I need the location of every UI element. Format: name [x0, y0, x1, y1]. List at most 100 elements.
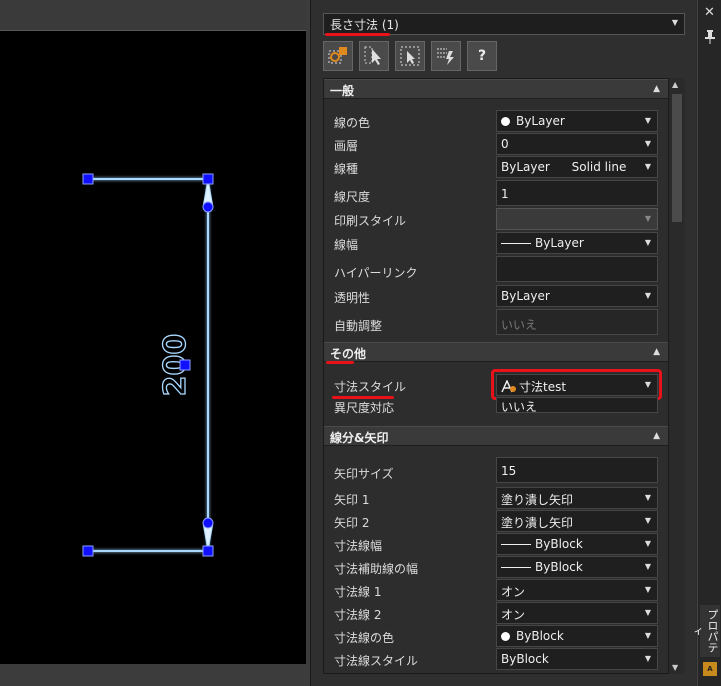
grip-arrow-top[interactable]: [202, 201, 214, 213]
grip-bottom-left[interactable]: [82, 545, 94, 557]
filter-button[interactable]: [431, 41, 461, 71]
help-button[interactable]: ?: [467, 41, 497, 71]
chevron-down-icon: ▼: [644, 493, 651, 502]
lineweight-icon: [501, 567, 531, 568]
filter-icon: [437, 48, 454, 65]
tab-properties[interactable]: プロパティ: [690, 605, 720, 657]
collapse-icon: ▲: [653, 347, 660, 357]
layer-value: 0: [501, 137, 509, 151]
line-color-value: ByLayer: [516, 114, 565, 128]
line-color-dropdown[interactable]: ByLayer ▼: [496, 110, 658, 132]
chevron-down-icon: ▼: [644, 139, 651, 148]
hyperlink-input[interactable]: [496, 256, 658, 282]
highlight-underline-selector: [325, 33, 390, 36]
toggle-pickadd-button[interactable]: [395, 41, 425, 71]
lineweight-icon: [501, 544, 531, 545]
dim-line-style-dropdown[interactable]: ByBlock ▼: [496, 648, 658, 670]
chevron-down-icon: ▼: [671, 18, 678, 27]
dim-line2-value: オン: [501, 608, 526, 622]
dim-line1-value: オン: [501, 585, 526, 599]
section-other-header[interactable]: その他 ▲: [324, 342, 668, 362]
lineweight-dropdown[interactable]: ByLayer ▼: [496, 232, 658, 254]
ext-line-weight-value: ByBlock: [535, 560, 583, 574]
properties-panel: 長さ寸法 (1) ▼ ? 一般 ▲ 線の色 ByLayer ▼ 画層 0 ▼ 線…: [310, 0, 696, 686]
transparency-value: ByLayer: [501, 289, 550, 303]
select-objects-button[interactable]: [359, 41, 389, 71]
linetype-dropdown[interactable]: ByLayer Solid line ▼: [496, 156, 658, 178]
grip-bottom-right[interactable]: [202, 545, 214, 557]
chevron-down-icon: ▼: [644, 238, 651, 247]
property-label: 寸法線の色: [334, 631, 395, 645]
palette-dock-strip: ✕ プロパティ A: [690, 0, 721, 686]
grip-top-left[interactable]: [82, 173, 94, 185]
linetype-value: ByLayer: [501, 160, 550, 174]
scroll-down-icon[interactable]: ▼: [672, 663, 678, 672]
property-label: 線幅: [334, 238, 359, 252]
quick-select-icon: [328, 47, 347, 64]
property-label: 線種: [334, 162, 359, 176]
highlight-underline-other: [326, 361, 354, 364]
arrow-size-input[interactable]: 15: [496, 457, 658, 483]
collapse-icon: ▲: [653, 84, 660, 94]
scroll-up-icon[interactable]: ▲: [672, 80, 678, 89]
linetype-scale-input[interactable]: 1: [496, 180, 658, 206]
dimension-drawing[interactable]: 200: [0, 31, 306, 664]
property-label: 寸法線 1: [334, 585, 382, 599]
grip-top-right[interactable]: [202, 173, 214, 185]
arrow2-value: 塗り潰し矢印: [501, 516, 574, 530]
section-lines-arrows-header[interactable]: 線分&矢印 ▲: [324, 426, 668, 446]
chevron-down-icon: ▼: [644, 116, 651, 125]
property-label: 自動調整: [334, 319, 383, 333]
ext-line-weight-dropdown[interactable]: ByBlock ▼: [496, 556, 658, 578]
dim-line-weight-dropdown[interactable]: ByBlock ▼: [496, 533, 658, 555]
linetype-description: Solid line: [571, 160, 627, 174]
arrow2-dropdown[interactable]: 塗り潰し矢印 ▼: [496, 510, 658, 532]
select-objects-icon: [364, 46, 381, 65]
grip-text[interactable]: [179, 359, 191, 371]
property-label: 透明性: [334, 291, 371, 305]
pin-icon[interactable]: [704, 30, 716, 48]
arrow1-dropdown[interactable]: 塗り潰し矢印 ▼: [496, 487, 658, 509]
quick-select-button[interactable]: [323, 41, 353, 71]
property-label: 矢印サイズ: [334, 467, 394, 481]
dim-line-color-dropdown[interactable]: ByBlock ▼: [496, 625, 658, 647]
property-label: 寸法線幅: [334, 539, 383, 553]
collapse-icon: ▲: [653, 431, 660, 441]
property-grid-scrollbar[interactable]: ▲ ▼: [669, 78, 685, 674]
auto-adjust-value: いいえ: [496, 309, 658, 335]
close-icon[interactable]: ✕: [704, 5, 715, 20]
plot-style-dropdown[interactable]: ▼: [496, 208, 658, 230]
chevron-down-icon: ▼: [644, 631, 651, 640]
highlight-box-dim-style: [491, 369, 662, 400]
property-grid: 一般 ▲ 線の色 ByLayer ▼ 画層 0 ▼ 線種 ByLayer Sol…: [323, 78, 669, 674]
properties-toolbar: ?: [323, 41, 497, 71]
color-swatch-icon: [501, 632, 510, 641]
properties-tab-icon: A: [703, 662, 717, 676]
grip-arrow-bottom[interactable]: [202, 517, 214, 529]
layer-dropdown[interactable]: 0 ▼: [496, 133, 658, 155]
scrollbar-thumb[interactable]: [672, 94, 682, 222]
property-label: 画層: [334, 139, 359, 153]
annotative-value[interactable]: いいえ: [496, 397, 658, 413]
section-lines-title: 線分&矢印: [330, 431, 389, 445]
color-swatch-icon: [501, 117, 510, 126]
dim-line2-dropdown[interactable]: オン ▼: [496, 602, 658, 624]
drawing-pane: 200: [0, 0, 310, 686]
section-general-title: 一般: [330, 84, 355, 98]
chevron-down-icon: ▼: [644, 162, 651, 171]
property-label: 線尺度: [334, 190, 371, 204]
property-label: 寸法線スタイル: [334, 654, 419, 668]
chevron-down-icon: ▼: [644, 562, 651, 571]
section-general-header[interactable]: 一般 ▲: [324, 79, 668, 99]
lineweight-icon: [501, 243, 531, 244]
property-label: 寸法スタイル: [334, 380, 407, 394]
object-type-selector[interactable]: 長さ寸法 (1) ▼: [323, 13, 685, 35]
chevron-down-icon: ▼: [644, 585, 651, 594]
property-label: 異尺度対応: [334, 401, 395, 415]
dim-line-weight-value: ByBlock: [535, 537, 583, 551]
dim-line1-dropdown[interactable]: オン ▼: [496, 579, 658, 601]
drawing-canvas[interactable]: 200: [0, 31, 306, 664]
lineweight-value: ByLayer: [535, 236, 584, 250]
property-label: 寸法線 2: [334, 608, 382, 622]
transparency-dropdown[interactable]: ByLayer ▼: [496, 285, 658, 307]
